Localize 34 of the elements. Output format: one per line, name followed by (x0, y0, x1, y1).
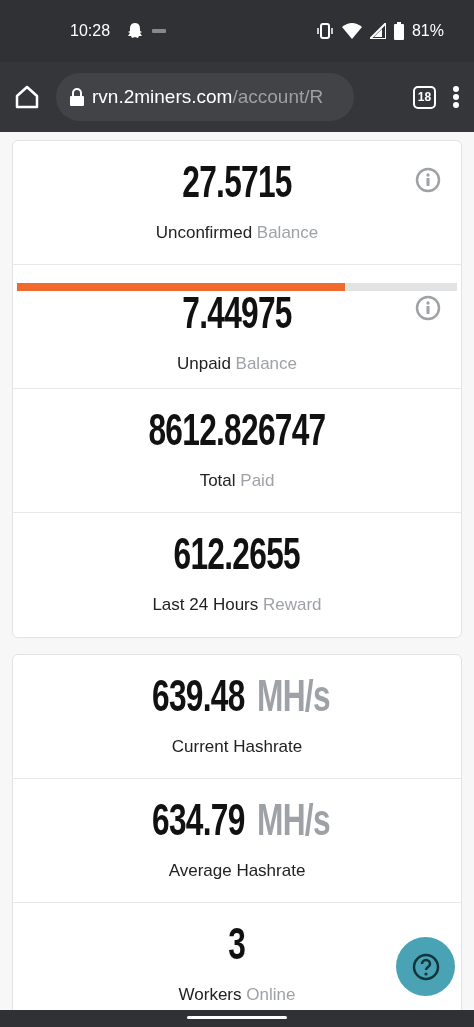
tab-count-button[interactable]: 18 (413, 85, 436, 109)
stat-label: Workers Online (178, 984, 296, 1007)
home-icon[interactable] (14, 84, 40, 110)
address-bar[interactable]: rvn.2miners.com/account/R (56, 73, 354, 121)
url-text: rvn.2miners.com/account/R (92, 84, 324, 109)
stat-label: Average Hashrate (168, 859, 306, 882)
info-icon[interactable] (415, 295, 441, 321)
wifi-icon (341, 23, 362, 39)
battery-icon (393, 22, 404, 40)
stat-label: Last 24 Hours Reward (152, 594, 322, 617)
stat-value: 3 (228, 922, 246, 967)
stat-value: 639.48 (152, 673, 245, 718)
stat-value: 634.79 (152, 797, 245, 842)
stat-label: Total Paid (199, 469, 275, 492)
signal-icon (369, 23, 386, 39)
info-icon[interactable] (415, 167, 441, 193)
question-icon (410, 951, 441, 982)
stat-label: Unconfirmed Balance (155, 221, 319, 244)
stat-label: Unpaid Balance (176, 352, 297, 375)
unit-label: MH/s (256, 673, 330, 718)
status-time: 10:28 (70, 21, 111, 41)
home-handle[interactable] (187, 1016, 287, 1019)
ghost-icon (126, 22, 145, 40)
lock-icon (70, 88, 84, 106)
battery-level: 81% (411, 21, 444, 41)
stat-value: 27.5715 (182, 159, 292, 204)
stat-value: 7.44975 (182, 290, 292, 335)
stat-value: 612.2655 (173, 532, 301, 577)
unit-label: MH/s (256, 797, 330, 842)
stat-value: 8612.826747 (148, 407, 326, 452)
notification-icon (152, 27, 167, 35)
vibrate-icon (315, 22, 334, 40)
more-menu-icon[interactable] (452, 85, 460, 109)
stat-label: Current Hashrate (171, 735, 303, 758)
